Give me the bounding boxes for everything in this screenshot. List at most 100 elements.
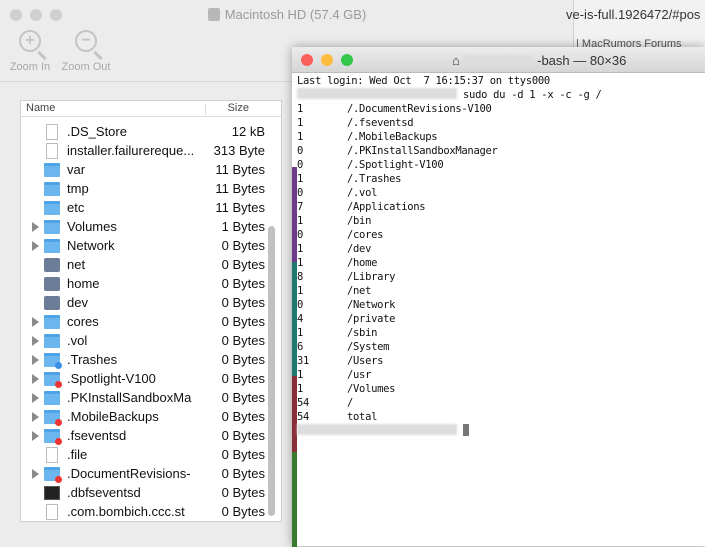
disclosure-triangle[interactable]: [32, 355, 39, 365]
disclosure-triangle[interactable]: [32, 374, 39, 384]
list-item[interactable]: .MobileBackups 0 Bytes: [21, 408, 269, 427]
zoom-out-icon: −: [75, 30, 97, 52]
output-line: 4/private: [297, 312, 602, 326]
folder-icon: [44, 334, 60, 348]
prompt-line: [297, 424, 602, 438]
size-value: 1: [297, 215, 304, 227]
column-name[interactable]: Name: [26, 102, 55, 114]
output-line: 31/Users: [297, 354, 602, 368]
minimize-button[interactable]: [321, 54, 333, 66]
size-value: 0: [297, 145, 304, 157]
list-item[interactable]: home 0 Bytes: [21, 275, 269, 294]
path: /usr: [347, 369, 372, 381]
list-item[interactable]: .fseventsd 0 Bytes: [21, 427, 269, 446]
output-line: 1/home: [297, 256, 602, 270]
size-value: 6: [297, 341, 304, 353]
list-item[interactable]: etc 11 Bytes: [21, 199, 269, 218]
list-item[interactable]: .DocumentRevisions- 0 Bytes: [21, 465, 269, 484]
disclosure-triangle[interactable]: [32, 222, 39, 232]
list-item[interactable]: cores 0 Bytes: [21, 313, 269, 332]
scrollbar[interactable]: [268, 226, 275, 516]
disclosure-triangle[interactable]: [32, 336, 39, 346]
file-size: 0 Bytes: [221, 257, 265, 272]
file-size: 12 kB: [231, 124, 265, 139]
path: /.fseventsd: [347, 117, 414, 129]
path: /Applications: [347, 201, 426, 213]
list-item[interactable]: var 11 Bytes: [21, 161, 269, 180]
size-value: 1: [297, 257, 304, 269]
zoom-button[interactable]: [341, 54, 353, 66]
column-size[interactable]: Size: [228, 102, 249, 114]
file-name: dev: [67, 295, 88, 310]
output-line: 1 /.fseventsd: [297, 116, 602, 130]
title-text: -bash — 80×36: [537, 53, 627, 68]
command: sudo du -d 1 -x -c -g /: [463, 89, 602, 101]
size-value: 1: [297, 131, 304, 143]
column-divider: [205, 103, 206, 115]
zoom-in-button[interactable]: + Zoom In: [2, 30, 58, 73]
disclosure-triangle[interactable]: [32, 241, 39, 251]
size-value: 1: [297, 243, 304, 255]
zoom-out-button[interactable]: − Zoom Out: [58, 30, 114, 73]
file-name: .fseventsd: [67, 428, 127, 443]
output-line: 1 /.Trashes: [297, 172, 602, 186]
disclosure-triangle[interactable]: [32, 393, 39, 403]
file-name: tmp: [67, 181, 89, 196]
size-value: 1: [297, 369, 304, 381]
list-item[interactable]: Volumes 1 Bytes: [21, 218, 269, 237]
size-value: 4: [297, 313, 304, 325]
list-item[interactable]: net 0 Bytes: [21, 256, 269, 275]
output-line: 54 total: [297, 410, 602, 424]
file-name: .MobileBackups: [67, 409, 159, 424]
path: /System: [347, 341, 390, 353]
output-line: 1/net: [297, 284, 602, 298]
prompt-line: sudo du -d 1 -x -c -g /: [297, 88, 602, 102]
folder-icon: [44, 391, 60, 405]
file-name: Volumes: [67, 219, 117, 234]
file-name: .file: [67, 447, 88, 462]
folder-icon: [44, 315, 60, 329]
output-line: 1 /.MobileBackups: [297, 130, 602, 144]
list-item[interactable]: .com.bombich.ccc.st 0 Bytes: [21, 503, 269, 522]
list-item[interactable]: dev 0 Bytes: [21, 294, 269, 313]
folder-locked-icon: [44, 467, 62, 483]
terminal-output[interactable]: Last login: Wed Oct 7 16:15:37 on ttys00…: [297, 74, 602, 438]
close-button[interactable]: [301, 54, 313, 66]
file-size: 0 Bytes: [221, 276, 265, 291]
output-line: 1/sbin: [297, 326, 602, 340]
file-size: 11 Bytes: [215, 181, 265, 196]
terminal-icon: [44, 486, 60, 500]
output-line: 0/cores: [297, 228, 602, 242]
list-item[interactable]: .PKInstallSandboxMa 0 Bytes: [21, 389, 269, 408]
file-name: Network: [67, 238, 115, 253]
file-list[interactable]: Name Size .DS_Store 12 kB installer.failur…: [20, 100, 282, 522]
output-line: 1/dev: [297, 242, 602, 256]
file-name: .PKInstallSandboxMa: [67, 390, 192, 405]
disk-icon: [44, 277, 60, 291]
list-item[interactable]: .Trashes 0 Bytes: [21, 351, 269, 370]
disclosure-triangle[interactable]: [32, 412, 39, 422]
hard-disk-icon: [207, 8, 220, 21]
folder-locked-icon: [44, 410, 62, 426]
list-item[interactable]: .vol 0 Bytes: [21, 332, 269, 351]
list-item[interactable]: Network 0 Bytes: [21, 237, 269, 256]
folder-alias-icon: [44, 163, 60, 177]
restricted-badge-icon: [55, 438, 62, 445]
size-value: 31: [297, 355, 310, 367]
folder-icon: [44, 220, 60, 234]
list-item[interactable]: .Spotlight-V100 0 Bytes: [21, 370, 269, 389]
list-item[interactable]: .dbfseventsd 0 Bytes: [21, 484, 269, 503]
list-item[interactable]: installer.failurereque... 313 Byte: [21, 142, 269, 161]
file-size: 0 Bytes: [221, 371, 265, 386]
redacted-user: [463, 55, 534, 66]
output-line: 1/usr: [297, 368, 602, 382]
last-login-line: Last login: Wed Oct 7 16:15:37 on ttys00…: [297, 75, 550, 87]
disclosure-triangle[interactable]: [32, 469, 39, 479]
list-item[interactable]: .file 0 Bytes: [21, 446, 269, 465]
disclosure-triangle[interactable]: [32, 317, 39, 327]
url-bar[interactable]: ve-is-full.1926472/#pos: [566, 7, 700, 22]
list-item[interactable]: .DS_Store 12 kB: [21, 123, 269, 142]
file-size: 11 Bytes: [215, 200, 265, 215]
list-item[interactable]: tmp 11 Bytes: [21, 180, 269, 199]
disclosure-triangle[interactable]: [32, 431, 39, 441]
